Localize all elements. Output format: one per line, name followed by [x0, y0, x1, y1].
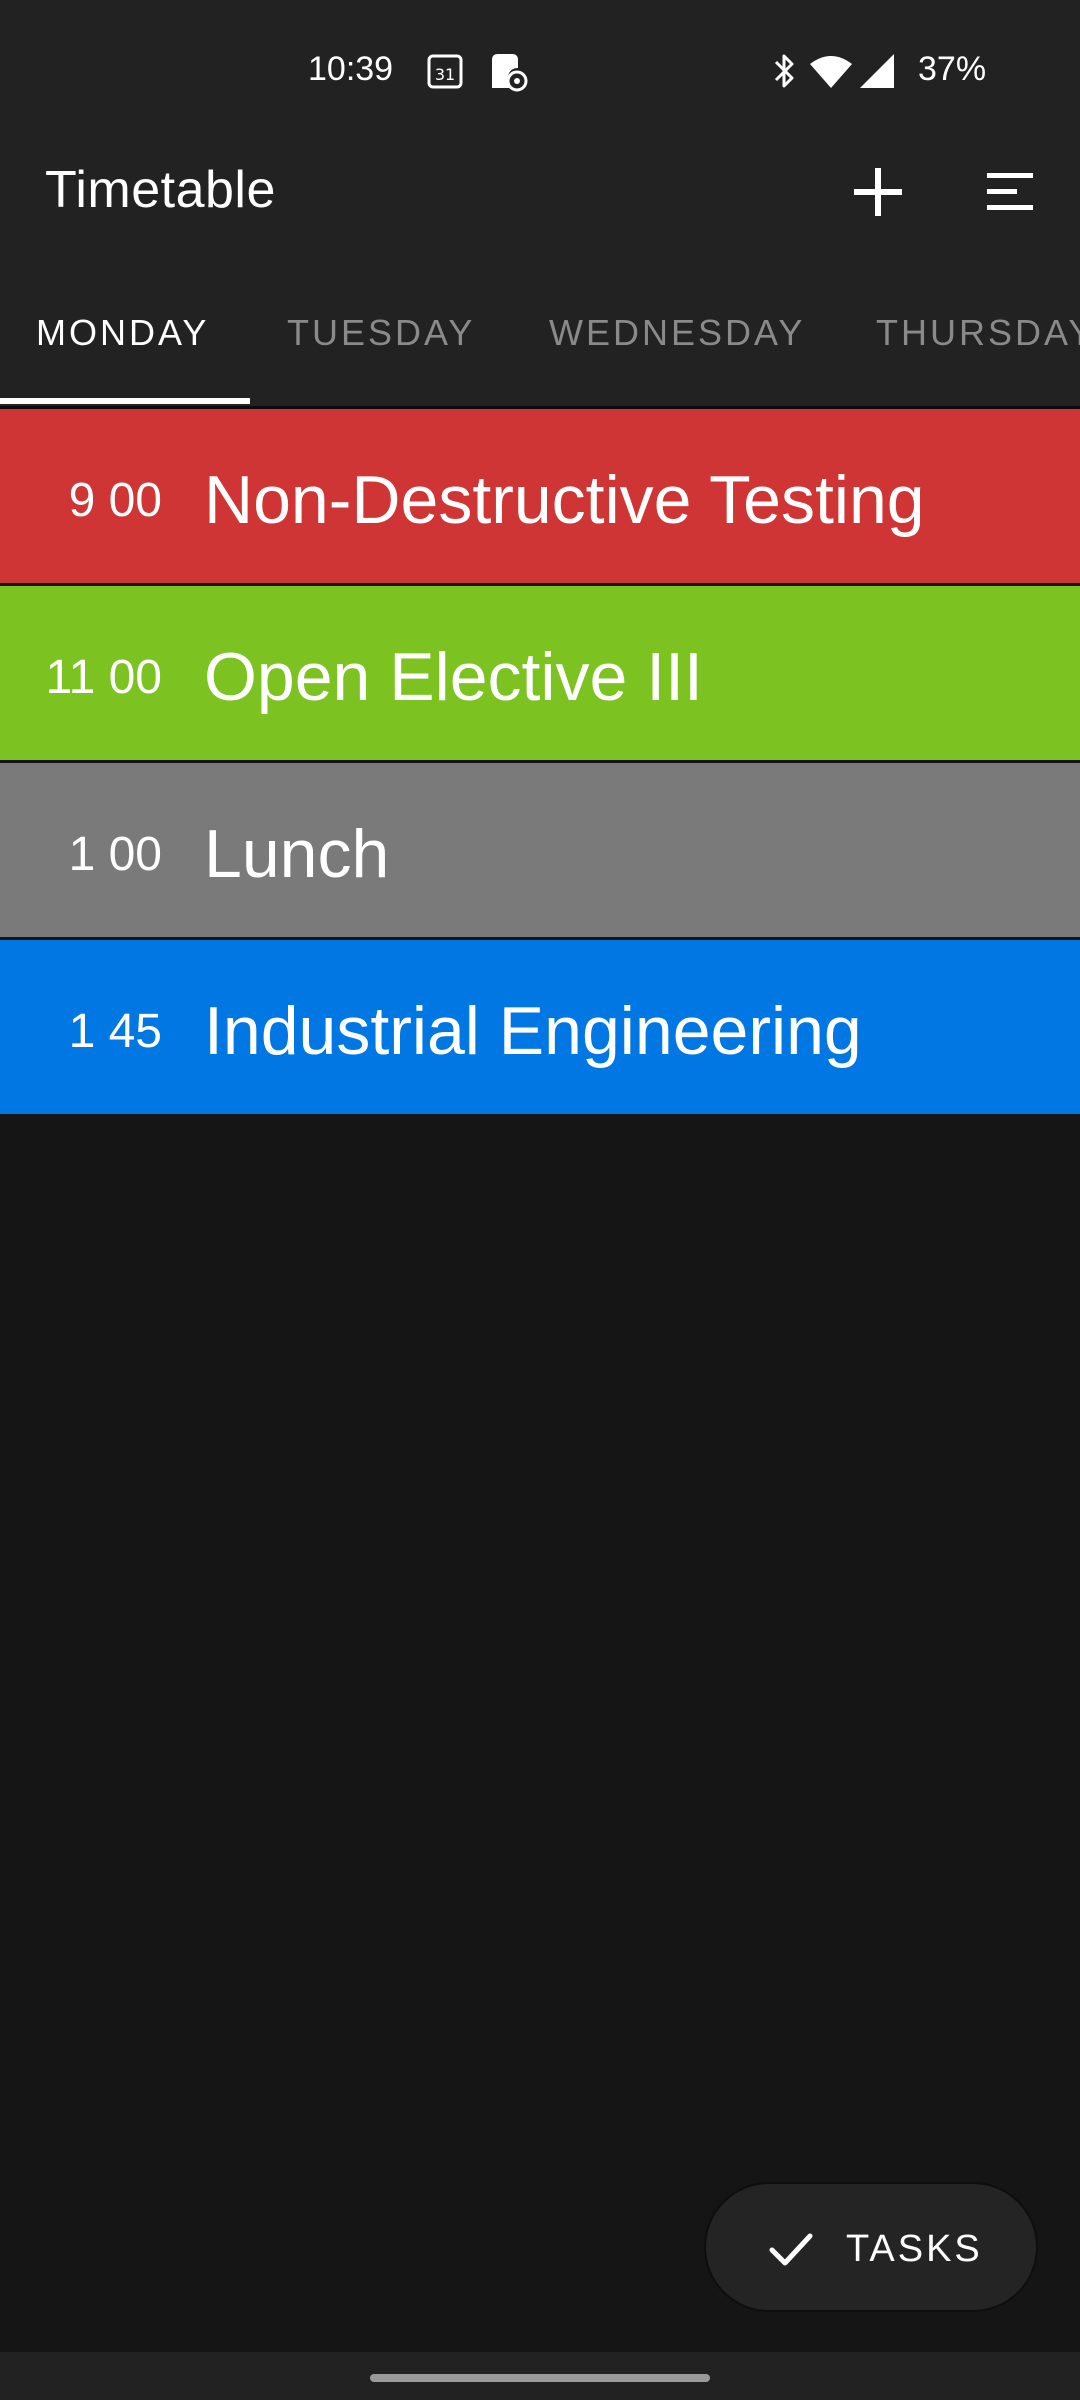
bluetooth-icon: [774, 54, 794, 88]
class-title: Open Elective III: [204, 639, 703, 715]
day-tabs: MONDAY TUESDAY WEDNESDAY THURSDAY: [0, 272, 1080, 409]
class-title: Industrial Engineering: [204, 993, 862, 1069]
tab-monday[interactable]: MONDAY: [36, 312, 209, 354]
page-title: Timetable: [45, 161, 276, 219]
timetable-list: 9 00 Non-Destructive Testing 11 00 Open …: [0, 409, 1080, 1117]
class-time: 1 00: [68, 828, 162, 881]
calendar-icon: 31: [427, 54, 463, 89]
class-time: 11 00: [45, 651, 162, 704]
tab-thursday[interactable]: THURSDAY: [876, 312, 1080, 354]
add-button[interactable]: [838, 152, 918, 232]
timetable-row[interactable]: 1 45 Industrial Engineering: [0, 940, 1080, 1114]
gesture-handle[interactable]: [370, 2374, 710, 2382]
wifi-icon: [810, 56, 852, 88]
class-time: 9 00: [68, 474, 162, 527]
screen: 10:39 31 37% Timetable MONDAY TUESDAY WE…: [0, 0, 1080, 2400]
tab-wednesday[interactable]: WEDNESDAY: [549, 312, 805, 354]
navigation-bar: [0, 2352, 1080, 2400]
menu-button[interactable]: [970, 152, 1050, 232]
tab-tuesday[interactable]: TUESDAY: [287, 312, 475, 354]
battery-level: 37%: [918, 50, 987, 88]
svg-text:31: 31: [435, 65, 455, 84]
class-title: Non-Destructive Testing: [204, 462, 925, 538]
timetable-row[interactable]: 11 00 Open Elective III: [0, 586, 1080, 760]
plus-icon: [854, 168, 902, 216]
status-time: 10:39: [308, 50, 394, 88]
class-title: Lunch: [204, 816, 390, 892]
timetable-row[interactable]: 1 00 Lunch: [0, 763, 1080, 937]
signal-icon: [860, 54, 894, 88]
tasks-label: TASKS: [846, 2228, 983, 2270]
app-notification-icon: [492, 54, 528, 92]
status-bar: 10:39 31 37%: [0, 0, 1080, 140]
menu-icon: [987, 173, 1033, 210]
timetable-row[interactable]: 9 00 Non-Destructive Testing: [0, 409, 1080, 583]
class-time: 1 45: [68, 1005, 162, 1058]
active-tab-indicator: [0, 398, 250, 404]
tasks-button[interactable]: TASKS: [704, 2182, 1038, 2312]
check-icon: [769, 2233, 813, 2266]
